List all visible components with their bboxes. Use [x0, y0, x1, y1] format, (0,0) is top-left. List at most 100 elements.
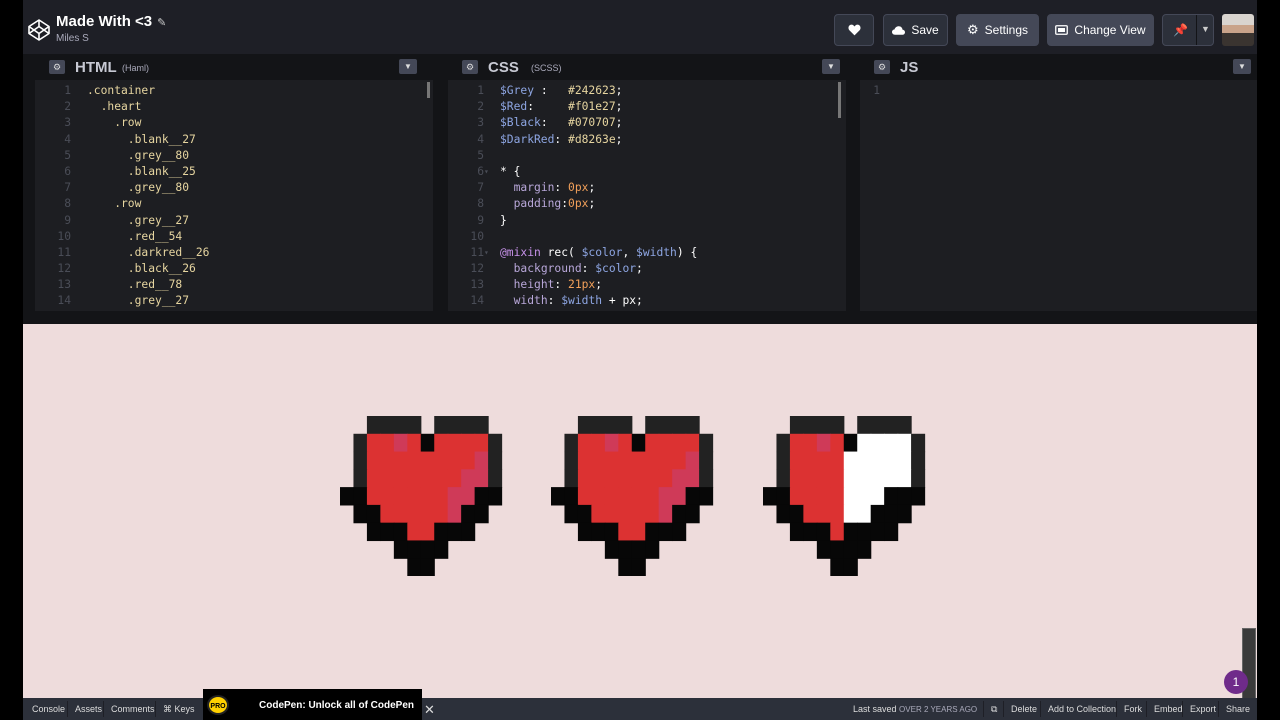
heart-pixel	[577, 469, 592, 488]
fork-button[interactable]: Fork	[1116, 701, 1149, 717]
heart-pixel	[870, 433, 885, 453]
js-editor-pane: ⚙ JS ▼ 1	[860, 54, 1257, 311]
heart-pixel	[789, 451, 804, 470]
add-to-collection-button[interactable]: Add to Collection	[1040, 701, 1123, 717]
code-line: 8 .row	[35, 196, 433, 212]
keys-button[interactable]: ⌘ Keys	[155, 701, 202, 717]
share-button[interactable]: Share	[1218, 701, 1257, 717]
html-code-area[interactable]: 1 .container 2 .heart 3 .row 4 .blank__27 5 .…	[35, 83, 433, 311]
heart-pixel	[816, 522, 831, 542]
heart-pixel	[672, 487, 687, 506]
heart-pixel	[488, 451, 503, 470]
heart-pixel	[591, 487, 606, 506]
fold-gutter	[71, 261, 79, 277]
comments-button[interactable]: Comments	[103, 701, 162, 717]
heart-pixel	[857, 487, 872, 506]
heart-pixel	[618, 487, 633, 506]
heart-pixel	[420, 433, 435, 453]
css-scrollbar[interactable]	[838, 82, 841, 118]
html-scrollbar[interactable]	[427, 82, 430, 98]
line-number: 5	[64, 148, 71, 162]
heart-pixel	[658, 504, 673, 524]
js-pane-menu-chevron-icon[interactable]: ▼	[1233, 59, 1251, 74]
heart-pixel	[564, 469, 579, 488]
heart-pixel	[447, 487, 462, 506]
heart-pixel	[672, 504, 687, 524]
change-view-button[interactable]: Change View	[1047, 14, 1154, 46]
heart-pixel	[434, 451, 449, 470]
heart-pixel	[631, 451, 646, 470]
heart-pixel	[474, 433, 489, 453]
css-settings-gear-icon[interactable]: ⚙	[462, 60, 478, 74]
code-line: 11 ▾ @mixin rec( $color, $width) {	[470, 245, 698, 259]
heart-pixel	[870, 522, 885, 542]
heart-pixel	[631, 469, 646, 488]
heart-pixel	[366, 504, 381, 524]
half-heart	[763, 416, 926, 576]
console-button[interactable]: Console	[25, 701, 72, 717]
heart-pixel	[591, 433, 606, 453]
pen-title[interactable]: Made With <3 ✎	[56, 13, 166, 30]
heart-pixel	[407, 433, 422, 453]
export-button[interactable]: Export	[1182, 701, 1223, 717]
heart-pixel	[884, 522, 899, 542]
save-button[interactable]: Save	[883, 14, 948, 46]
heart-pixel	[447, 433, 462, 453]
heart-pixel	[591, 451, 606, 470]
heart-pixel	[474, 416, 489, 435]
heart-pixel	[911, 487, 926, 506]
codepen-logo-icon[interactable]	[27, 18, 51, 42]
heart-pixel	[843, 504, 858, 524]
promo-close-icon[interactable]: ✕	[424, 702, 435, 718]
heart-pixel	[884, 504, 899, 524]
heart-pixel	[685, 451, 700, 470]
html-pane-menu-chevron-icon[interactable]: ▼	[399, 59, 417, 74]
code-text: .heart	[87, 100, 142, 114]
css-pane-menu-chevron-icon[interactable]: ▼	[822, 59, 840, 74]
pen-author[interactable]: Miles S	[56, 33, 89, 44]
line-number: 10	[57, 229, 71, 243]
heart-pixel	[618, 522, 633, 542]
heart-pixel	[420, 487, 435, 506]
delete-button[interactable]: Delete	[1003, 701, 1044, 717]
heart-pixel	[830, 416, 845, 435]
external-link-icon[interactable]: ⧉	[983, 701, 1004, 717]
css-pane-title: CSS	[488, 59, 519, 76]
js-settings-gear-icon[interactable]: ⚙	[874, 60, 890, 74]
heart-pixel	[803, 522, 818, 542]
heart-pixel	[857, 504, 872, 524]
side-widget[interactable]	[1242, 628, 1256, 708]
code-line: 4 $DarkRed: #d8263e;	[477, 132, 623, 146]
chevron-down-icon[interactable]: ▼	[1201, 24, 1210, 34]
heart-pixel	[353, 504, 368, 524]
settings-button[interactable]: ⚙ Settings	[956, 14, 1039, 46]
user-avatar[interactable]	[1222, 14, 1254, 46]
pin-button[interactable]: 📌 ▼	[1162, 14, 1214, 46]
heart-pixel	[434, 433, 449, 453]
pro-promo-banner[interactable]: PRO CodePen: Unlock all of CodePen	[203, 689, 422, 720]
heart-pixel	[488, 433, 503, 453]
heart-pixel	[488, 469, 503, 488]
html-preprocessor-label: (Haml)	[122, 63, 149, 73]
line-number: 13	[57, 278, 71, 292]
heart-pixel	[699, 469, 714, 488]
js-code-area[interactable]: 1	[860, 83, 1257, 311]
notification-badge[interactable]: 1	[1224, 670, 1248, 694]
heart-pixel	[897, 451, 912, 470]
code-line: 10	[470, 229, 484, 243]
heart-pixel	[672, 522, 687, 542]
code-line: 8 padding:0px;	[477, 197, 596, 211]
heart-pixel	[857, 522, 872, 542]
like-button[interactable]	[834, 14, 874, 46]
heart-pixel	[604, 451, 619, 470]
heart-pixel	[803, 416, 818, 435]
css-code-area[interactable]: 1 $Grey : #242623; 2 $Red: #f01e27; 3 $Blac…	[448, 83, 846, 311]
heart-pixel	[830, 522, 845, 542]
heart-pixel	[685, 504, 700, 524]
line-number: 3	[64, 116, 71, 130]
fold-gutter	[71, 293, 79, 309]
html-settings-gear-icon[interactable]: ⚙	[49, 60, 65, 74]
heart-pixel	[843, 469, 858, 488]
pencil-icon[interactable]: ✎	[157, 17, 166, 29]
heart-pixel	[897, 504, 912, 524]
